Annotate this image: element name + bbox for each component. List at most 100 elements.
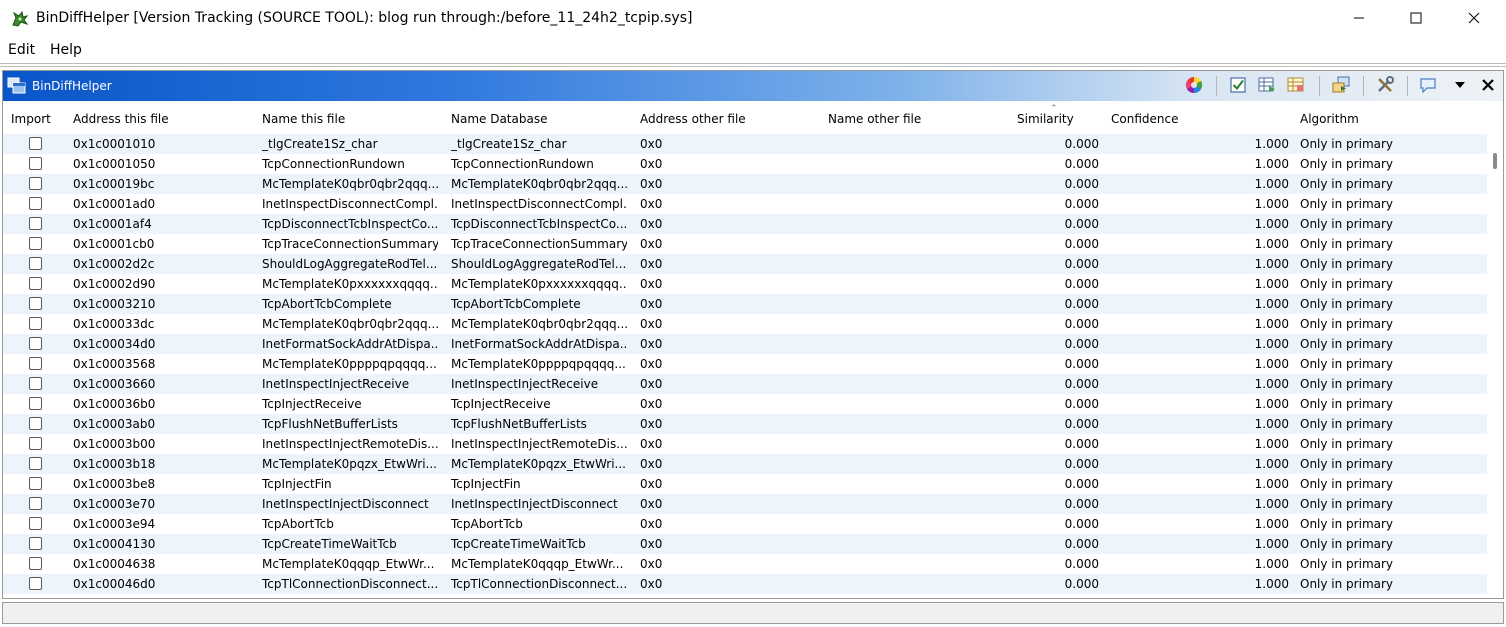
import-checkbox[interactable] — [29, 277, 42, 290]
cell-name-this: TcpAbortTcb — [262, 517, 334, 531]
col-name-db[interactable]: Name Database — [451, 112, 547, 126]
table-row[interactable]: 0x1c0001010 _tlgCreate1Sz_char _tlgCreate1… — [3, 134, 1487, 154]
cell-address-this: 0x1c0002d2c — [73, 257, 155, 271]
import-checkbox[interactable] — [29, 357, 42, 370]
cell-address-this: 0x1c0001af4 — [73, 217, 152, 231]
import-checkbox[interactable] — [29, 177, 42, 190]
import-checkbox[interactable] — [29, 317, 42, 330]
table-row[interactable]: 0x1c00046d0 TcpTlConnectionDisconnect... T… — [3, 574, 1487, 594]
vertical-scrollbar[interactable] — [1487, 102, 1503, 598]
import-checkbox[interactable] — [29, 557, 42, 570]
import-checkbox[interactable] — [29, 497, 42, 510]
table-row[interactable]: 0x1c0003660 InetInspectInjectReceive InetI… — [3, 374, 1487, 394]
col-similarity[interactable]: Similarity — [1017, 112, 1074, 126]
table-row[interactable]: 0x1c0004130 TcpCreateTimeWaitTcb TcpCreate… — [3, 534, 1487, 554]
import-checkbox[interactable] — [29, 397, 42, 410]
table-row[interactable]: 0x1c0003e94 TcpAbortTcb TcpAbortTcb 0x0 0.00… — [3, 514, 1487, 534]
cell-similarity: 0.000 — [1064, 517, 1099, 531]
table-row[interactable]: 0x1c0001050 TcpConnectionRundown TcpConnec… — [3, 154, 1487, 174]
table-row[interactable]: 0x1c0003210 TcpAbortTcbComplete TcpAbortTc… — [3, 294, 1487, 314]
close-button[interactable] — [1445, 0, 1503, 38]
scrollbar-thumb[interactable] — [1493, 153, 1497, 169]
cell-confidence: 1.000 — [1254, 457, 1289, 471]
table-row[interactable]: 0x1c00036b0 TcpInjectReceive TcpInjectRece… — [3, 394, 1487, 414]
window-title: BinDiffHelper [Version Tracking (SOURCE … — [36, 10, 693, 26]
cell-similarity: 0.000 — [1064, 297, 1099, 311]
cell-name-db: McTemplateK0ppppqpqqqq... — [451, 357, 626, 371]
col-address-this[interactable]: Address this file — [73, 112, 169, 126]
import-checkbox[interactable] — [29, 517, 42, 530]
col-name-other[interactable]: Name other file — [828, 112, 921, 126]
table-row[interactable]: 0x1c0001cb0 TcpTraceConnectionSummary TcpT… — [3, 234, 1487, 254]
close-panel-button[interactable] — [1477, 75, 1499, 97]
cell-name-db: McTemplateK0qqqp_EtwWr... — [451, 557, 624, 571]
cell-name-this: TcpConnectionRundown — [262, 157, 405, 171]
table-row[interactable]: 0x1c00033dc McTemplateK0qbr0qbr2qqq... McT… — [3, 314, 1487, 334]
cell-confidence: 1.000 — [1254, 337, 1289, 351]
maximize-button[interactable] — [1387, 0, 1445, 38]
import-checkbox[interactable] — [29, 417, 42, 430]
col-import[interactable]: Import — [11, 112, 51, 126]
table-row[interactable]: 0x1c0003b00 InetInspectInjectRemoteDis...… — [3, 434, 1487, 454]
cell-algorithm: Only in primary — [1300, 157, 1394, 171]
cell-confidence: 1.000 — [1254, 437, 1289, 451]
menu-dropdown-button[interactable] — [1449, 75, 1471, 97]
table-row[interactable]: 0x1c0003ab0 TcpFlushNetBufferLists TcpFlus… — [3, 414, 1487, 434]
cell-similarity: 0.000 — [1064, 197, 1099, 211]
import-checkbox[interactable] — [29, 197, 42, 210]
cell-name-this: McTemplateK0pxxxxxxqqqq... — [262, 277, 438, 291]
minimize-button[interactable] — [1330, 0, 1388, 38]
cell-address-this: 0x1c0001010 — [73, 137, 156, 151]
cell-address-other: 0x0 — [640, 237, 663, 251]
table-row[interactable]: 0x1c00019bc McTemplateK0qbr0qbr2qqq... McT… — [3, 174, 1487, 194]
comment-button[interactable] — [1417, 75, 1439, 97]
cell-algorithm: Only in primary — [1300, 317, 1394, 331]
cell-name-db: McTemplateK0pxxxxxxqqqq... — [451, 277, 627, 291]
cell-algorithm: Only in primary — [1300, 557, 1394, 571]
import-checkbox[interactable] — [29, 577, 42, 590]
cell-confidence: 1.000 — [1254, 177, 1289, 191]
table-config-button[interactable] — [1285, 75, 1307, 97]
table-row[interactable]: 0x1c0001ad0 InetInspectDisconnectCompl...… — [3, 194, 1487, 214]
cell-address-other: 0x0 — [640, 217, 663, 231]
import-checkbox[interactable] — [29, 337, 42, 350]
cell-name-db: TcpConnectionRundown — [451, 157, 594, 171]
table-row[interactable]: 0x1c0003be8 TcpInjectFin TcpInjectFin 0x0 0.… — [3, 474, 1487, 494]
table-row[interactable]: 0x1c0003568 McTemplateK0ppppqpqqqq... McTe… — [3, 354, 1487, 374]
cell-address-this: 0x1c0003b00 — [73, 437, 156, 451]
col-algorithm[interactable]: Algorithm — [1300, 112, 1359, 126]
import-checkbox[interactable] — [29, 457, 42, 470]
import-checkbox[interactable] — [29, 257, 42, 270]
menu-divider — [0, 63, 1506, 64]
tools-icon — [1376, 75, 1394, 97]
import-checkbox[interactable] — [29, 477, 42, 490]
col-address-other[interactable]: Address other file — [640, 112, 746, 126]
table-row[interactable]: 0x1c0003e70 InetInspectInjectDisconnect In… — [3, 494, 1487, 514]
table-row[interactable]: 0x1c0004638 McTemplateK0qqqp_EtwWr... McTe… — [3, 554, 1487, 574]
cell-similarity: 0.000 — [1064, 177, 1099, 191]
menu-edit[interactable]: Edit — [8, 42, 35, 58]
import-checkbox[interactable] — [29, 237, 42, 250]
import-checkbox[interactable] — [29, 537, 42, 550]
import-checkbox[interactable] — [29, 157, 42, 170]
import-checkbox[interactable] — [29, 217, 42, 230]
menu-help[interactable]: Help — [50, 42, 82, 58]
color-wheel-button[interactable] — [1183, 75, 1205, 97]
import-checkbox[interactable] — [29, 297, 42, 310]
cell-confidence: 1.000 — [1254, 557, 1289, 571]
import-checkbox[interactable] — [29, 137, 42, 150]
table-row[interactable]: 0x1c0003b18 McTemplateK0pqzx_EtwWri... McT… — [3, 454, 1487, 474]
table-export-button[interactable] — [1256, 75, 1278, 97]
table-row[interactable]: 0x1c00034d0 InetFormatSockAddrAtDispa... I… — [3, 334, 1487, 354]
import-functions-button[interactable] — [1330, 75, 1352, 97]
table-row[interactable]: 0x1c0002d2c ShouldLogAggregateRodTel... Sh… — [3, 254, 1487, 274]
cell-confidence: 1.000 — [1254, 577, 1289, 591]
table-row[interactable]: 0x1c0002d90 McTemplateK0pxxxxxxqqqq... McT… — [3, 274, 1487, 294]
col-name-this[interactable]: Name this file — [262, 112, 345, 126]
import-checkbox[interactable] — [29, 377, 42, 390]
tools-button[interactable] — [1374, 75, 1396, 97]
check-all-button[interactable] — [1227, 75, 1249, 97]
import-checkbox[interactable] — [29, 437, 42, 450]
table-row[interactable]: 0x1c0001af4 TcpDisconnectTcbInspectCo... T… — [3, 214, 1487, 234]
col-confidence[interactable]: Confidence — [1111, 112, 1178, 126]
